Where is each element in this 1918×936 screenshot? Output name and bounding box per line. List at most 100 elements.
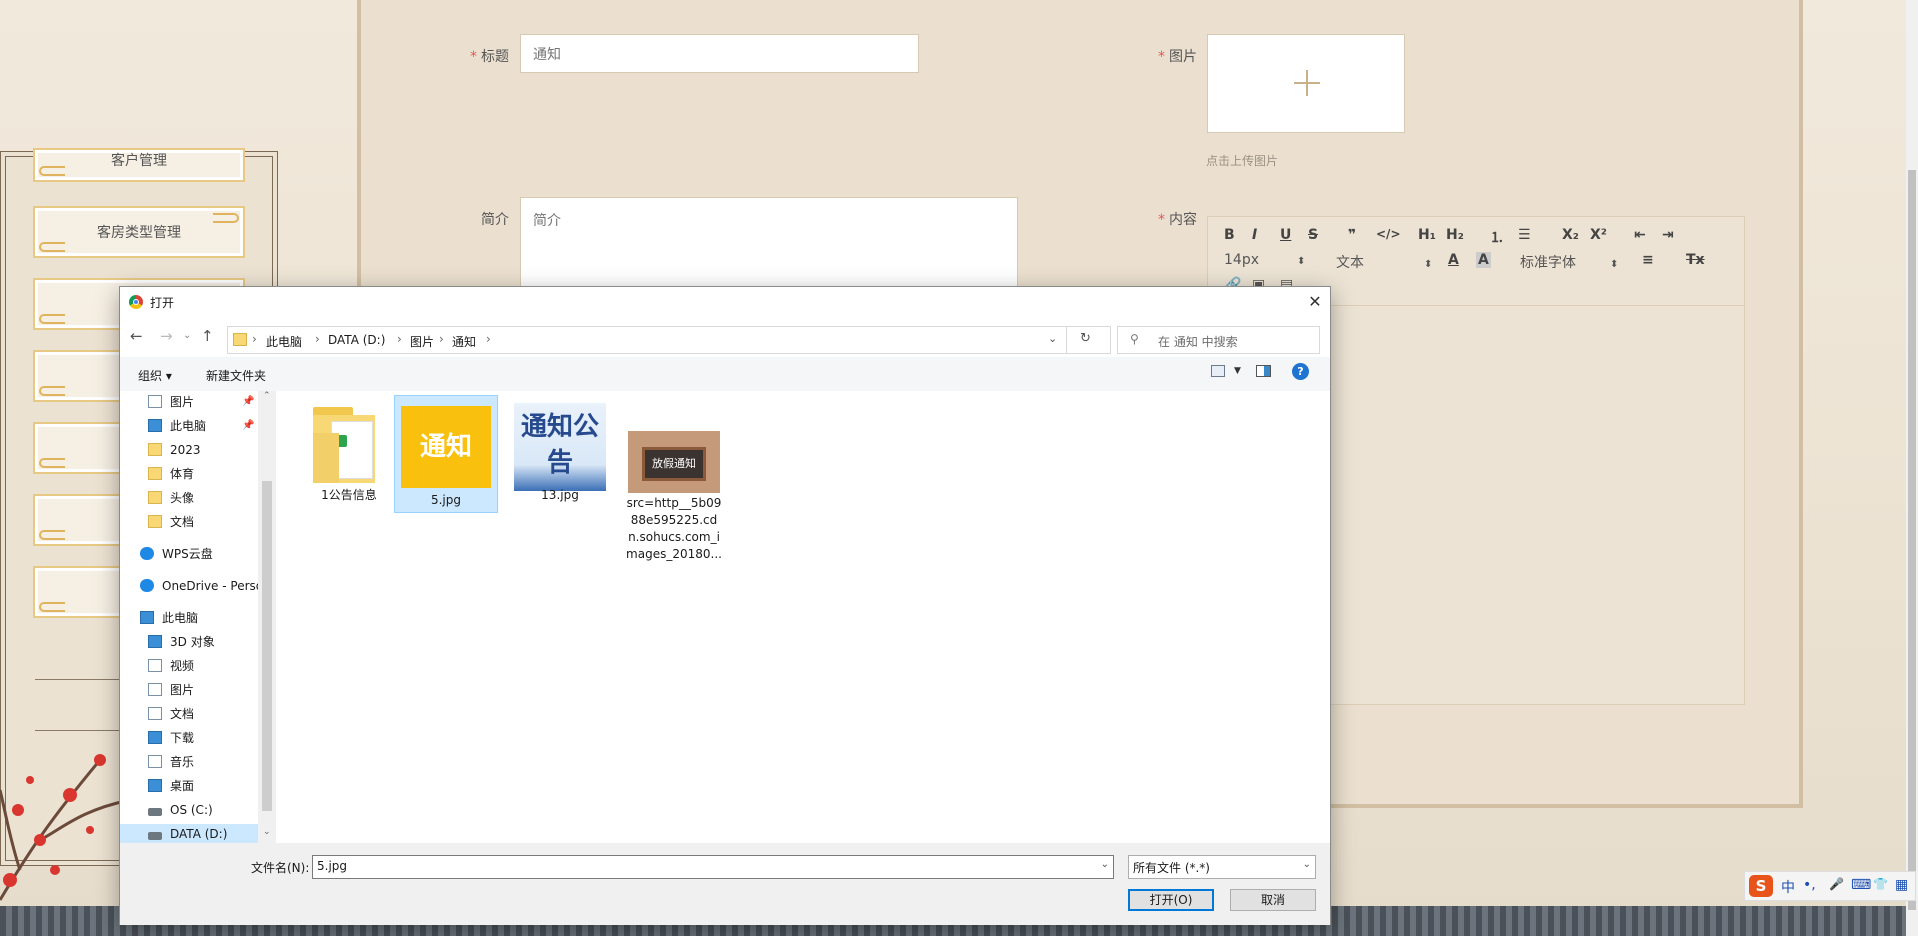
new-folder-button[interactable]: 新建文件夹 bbox=[206, 367, 266, 384]
nav-item[interactable]: DATA (D:) bbox=[120, 824, 258, 844]
folder-icon bbox=[311, 407, 387, 483]
font-size-select[interactable]: 14px ⬍ bbox=[1224, 252, 1305, 268]
toolbox-icon[interactable]: ▦ bbox=[1895, 877, 1908, 893]
view-options-icon[interactable] bbox=[1211, 365, 1225, 377]
scroll-down-chevron-icon[interactable]: ⌄ bbox=[263, 827, 271, 837]
clear-format-icon[interactable]: Tx bbox=[1686, 252, 1705, 268]
nav-item[interactable]: OS (C:) bbox=[120, 800, 258, 820]
nav-item[interactable]: 文档 bbox=[120, 704, 258, 724]
nav-item[interactable]: 图片 bbox=[120, 680, 258, 700]
sidebar-item-customer[interactable]: 客户管理 bbox=[33, 148, 245, 182]
filetype-select[interactable]: 所有文件 (*.*) ⌄ bbox=[1128, 855, 1316, 879]
font-color-icon[interactable]: A bbox=[1448, 252, 1459, 268]
nav-item[interactable]: 此电脑 📌 bbox=[120, 416, 258, 436]
nav-item-label: 文档 bbox=[170, 515, 195, 529]
code-icon[interactable]: </> bbox=[1376, 227, 1401, 241]
unordered-list-icon[interactable]: ☰ bbox=[1518, 227, 1531, 243]
file-item-folder[interactable]: 1公告信息 bbox=[297, 395, 401, 505]
superscript-button[interactable]: X² bbox=[1590, 227, 1607, 243]
file-item[interactable]: 通知公告 13.jpg bbox=[508, 395, 612, 505]
bold-button[interactable]: B bbox=[1224, 227, 1235, 243]
page-scrollbar[interactable] bbox=[1906, 0, 1918, 936]
sidebar-item-room-type[interactable]: 客房类型管理 bbox=[33, 206, 245, 258]
recent-chevron-icon[interactable]: ⌄ bbox=[183, 330, 191, 341]
nav-item[interactable]: 音乐 bbox=[120, 752, 258, 772]
nav-item[interactable]: 2023 bbox=[120, 440, 258, 460]
image-upload-box[interactable] bbox=[1207, 34, 1405, 133]
font-family-select[interactable]: 标准字体 ⬍ bbox=[1520, 252, 1618, 272]
nav-item[interactable]: WPS云盘 bbox=[120, 544, 258, 564]
nav-item[interactable]: 3D 对象 bbox=[120, 632, 258, 652]
strike-button[interactable]: S bbox=[1308, 227, 1318, 243]
breadcrumb-data-d[interactable]: DATA (D:) bbox=[328, 333, 385, 347]
refresh-icon[interactable]: ↻ bbox=[1080, 331, 1091, 346]
file-open-dialog: 打开 ✕ ← → ⌄ ↑ › 此电脑 › DATA (D:) › 图片 › 通知… bbox=[119, 286, 1331, 925]
nav-item[interactable]: 图片 📌 bbox=[120, 392, 258, 412]
breadcrumb-pictures[interactable]: 图片 bbox=[410, 333, 434, 350]
help-icon[interactable]: ? bbox=[1292, 363, 1309, 380]
file-item[interactable]: 放假通知 src=http__5b0988e595225.cdn.sohucs.… bbox=[622, 395, 726, 561]
address-bar[interactable]: › 此电脑 › DATA (D:) › 图片 › 通知 › ⌄ ↻ bbox=[227, 326, 1111, 354]
nav-item-label: 2023 bbox=[170, 443, 201, 457]
nav-item-label: 图片 bbox=[170, 683, 195, 697]
outdent-icon[interactable]: ⇤ bbox=[1634, 227, 1646, 243]
nav-item[interactable]: 下载 bbox=[120, 728, 258, 748]
navigation-pane: 图片 📌 此电脑 📌 2023 体育 头像 文档 WPS云盘 OneDrive - Perso 此电… bbox=[120, 391, 276, 844]
breadcrumb-notice[interactable]: 通知 bbox=[452, 333, 476, 350]
pin-icon: 📌 bbox=[242, 396, 255, 407]
forward-arrow-icon[interactable]: → bbox=[160, 327, 173, 345]
nav-item[interactable]: 文档 bbox=[120, 512, 258, 532]
view-dropdown-chevron-icon[interactable]: ▼ bbox=[1234, 366, 1241, 376]
nav-item[interactable]: OneDrive - Perso bbox=[120, 576, 258, 596]
scroll-up-chevron-icon[interactable]: ⌃ bbox=[263, 391, 271, 401]
h1-button[interactable]: H₁ bbox=[1418, 227, 1436, 243]
h2-button[interactable]: H₂ bbox=[1446, 227, 1464, 243]
chinese-mode-icon[interactable]: 中 bbox=[1781, 877, 1795, 897]
file-item-selected[interactable]: 通知 5.jpg bbox=[394, 395, 498, 513]
cancel-button[interactable]: 取消 bbox=[1230, 889, 1316, 911]
align-icon[interactable]: ≡ bbox=[1642, 252, 1654, 268]
nav-item-label: OneDrive - Perso bbox=[162, 579, 258, 593]
background-color-icon[interactable]: A bbox=[1476, 252, 1491, 268]
underline-button[interactable]: U bbox=[1280, 227, 1291, 243]
thumbnail-image: 通知公告 bbox=[514, 403, 606, 491]
content-label: * 内容 bbox=[1158, 212, 1197, 228]
ordered-list-icon[interactable]: ⒈ bbox=[1490, 227, 1504, 247]
summary-textarea[interactable] bbox=[520, 197, 1018, 293]
filename-input[interactable]: 5.jpg ⌄ bbox=[312, 855, 1114, 879]
command-bar: 组织 ▾ 新建文件夹 ▼ ? bbox=[120, 357, 1330, 391]
microphone-icon[interactable]: 🎤 bbox=[1829, 877, 1844, 891]
paragraph-select[interactable]: 文本 ⬍ bbox=[1336, 252, 1432, 272]
sogou-logo-icon[interactable]: S bbox=[1749, 875, 1773, 897]
preview-pane-icon[interactable] bbox=[1256, 365, 1271, 377]
nav-item-label: 下载 bbox=[170, 731, 195, 745]
video-icon bbox=[148, 659, 162, 672]
thumbnail-image: 放假通知 bbox=[628, 431, 720, 493]
indent-icon[interactable]: ⇥ bbox=[1662, 227, 1674, 243]
nav-item[interactable]: 桌面 bbox=[120, 776, 258, 796]
back-arrow-icon[interactable]: ← bbox=[130, 327, 143, 345]
nav-item-label: 视频 bbox=[170, 659, 195, 673]
title-input[interactable] bbox=[520, 34, 919, 73]
pin-icon: 📌 bbox=[242, 420, 255, 431]
organize-menu[interactable]: 组织 ▾ bbox=[138, 367, 172, 384]
open-button[interactable]: 打开(O) bbox=[1128, 889, 1214, 911]
nav-item[interactable]: 头像 bbox=[120, 488, 258, 508]
subscript-button[interactable]: X₂ bbox=[1562, 227, 1579, 243]
italic-button[interactable]: I bbox=[1252, 227, 1257, 243]
pictures-icon bbox=[148, 683, 162, 696]
nav-item[interactable]: 此电脑 bbox=[120, 608, 258, 628]
filename-dropdown-chevron-icon[interactable]: ⌄ bbox=[1101, 859, 1109, 870]
nav-item[interactable]: 视频 bbox=[120, 656, 258, 676]
address-dropdown-chevron-icon[interactable]: ⌄ bbox=[1048, 332, 1057, 345]
close-button[interactable]: ✕ bbox=[1300, 287, 1330, 317]
skin-icon[interactable]: 👕 bbox=[1873, 877, 1888, 891]
nav-item[interactable]: 体育 bbox=[120, 464, 258, 484]
breadcrumb-this-pc[interactable]: 此电脑 bbox=[266, 333, 302, 350]
quote-icon[interactable]: ❞ bbox=[1348, 227, 1356, 243]
search-box[interactable]: ⚲ 在 通知 中搜索 bbox=[1117, 326, 1320, 354]
nav-scrollbar[interactable]: ⌃ ⌄ bbox=[258, 391, 276, 843]
keyboard-icon[interactable]: ⌨ bbox=[1851, 877, 1871, 893]
punctuation-icon[interactable]: •, bbox=[1803, 877, 1816, 893]
up-arrow-icon[interactable]: ↑ bbox=[201, 327, 214, 345]
